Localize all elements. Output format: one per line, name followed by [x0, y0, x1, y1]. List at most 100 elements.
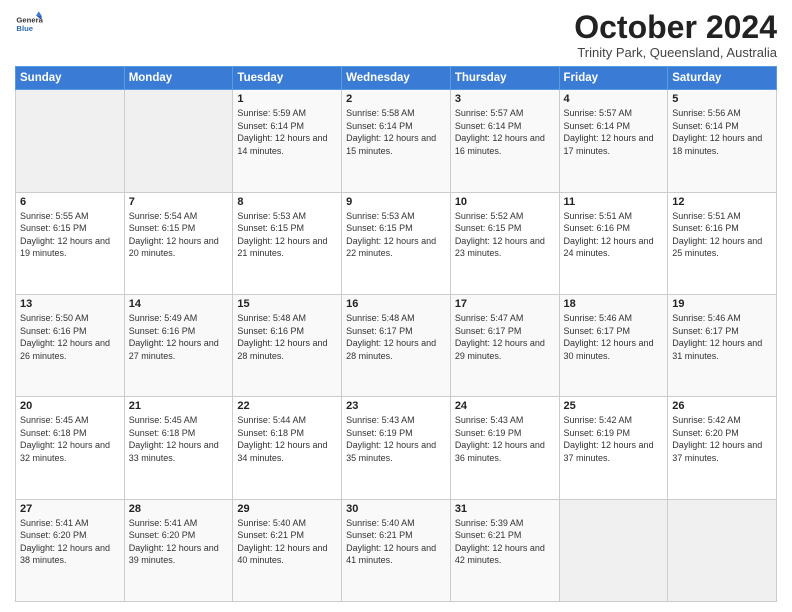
- calendar-cell: 28 Sunrise: 5:41 AMSunset: 6:20 PMDayligh…: [124, 499, 233, 601]
- day-number: 4: [564, 93, 664, 105]
- svg-text:Blue: Blue: [16, 24, 33, 33]
- day-info: Sunrise: 5:41 AMSunset: 6:20 PMDaylight:…: [129, 517, 229, 567]
- calendar-cell: [668, 499, 777, 601]
- day-number: 23: [346, 400, 446, 412]
- calendar-cell: 15 Sunrise: 5:48 AMSunset: 6:16 PMDayligh…: [233, 294, 342, 396]
- calendar-table: SundayMondayTuesdayWednesdayThursdayFrid…: [15, 66, 777, 602]
- day-header-sunday: Sunday: [16, 67, 125, 90]
- day-header-wednesday: Wednesday: [342, 67, 451, 90]
- day-number: 7: [129, 196, 229, 208]
- day-info: Sunrise: 5:53 AMSunset: 6:15 PMDaylight:…: [346, 210, 446, 260]
- day-header-friday: Friday: [559, 67, 668, 90]
- day-info: Sunrise: 5:50 AMSunset: 6:16 PMDaylight:…: [20, 312, 120, 362]
- day-info: Sunrise: 5:55 AMSunset: 6:15 PMDaylight:…: [20, 210, 120, 260]
- day-info: Sunrise: 5:48 AMSunset: 6:16 PMDaylight:…: [237, 312, 337, 362]
- calendar-cell: 4 Sunrise: 5:57 AMSunset: 6:14 PMDaylight…: [559, 90, 668, 192]
- day-info: Sunrise: 5:58 AMSunset: 6:14 PMDaylight:…: [346, 107, 446, 157]
- calendar-cell: [559, 499, 668, 601]
- calendar-cell: 30 Sunrise: 5:40 AMSunset: 6:21 PMDayligh…: [342, 499, 451, 601]
- day-info: Sunrise: 5:52 AMSunset: 6:15 PMDaylight:…: [455, 210, 555, 260]
- day-number: 14: [129, 298, 229, 310]
- day-number: 1: [237, 93, 337, 105]
- day-number: 28: [129, 503, 229, 515]
- calendar-cell: 10 Sunrise: 5:52 AMSunset: 6:15 PMDayligh…: [450, 192, 559, 294]
- calendar-body: 1 Sunrise: 5:59 AMSunset: 6:14 PMDaylight…: [16, 90, 777, 602]
- calendar-header: SundayMondayTuesdayWednesdayThursdayFrid…: [16, 67, 777, 90]
- day-number: 2: [346, 93, 446, 105]
- page-header: General Blue October 2024 Trinity Park, …: [15, 10, 777, 60]
- day-info: Sunrise: 5:46 AMSunset: 6:17 PMDaylight:…: [672, 312, 772, 362]
- month-title: October 2024: [574, 10, 777, 45]
- calendar-week-5: 27Sunrise: 5:41 AMSunset: 6:20 PMDayligh…: [16, 499, 777, 601]
- calendar-cell: 22Sunrise: 5:44 AMSunset: 6:18 PMDayligh…: [233, 397, 342, 499]
- calendar-cell: 21Sunrise: 5:45 AMSunset: 6:18 PMDayligh…: [124, 397, 233, 499]
- day-info: Sunrise: 5:49 AMSunset: 6:16 PMDaylight:…: [129, 312, 229, 362]
- day-info: Sunrise: 5:39 AMSunset: 6:21 PMDaylight:…: [455, 517, 555, 567]
- day-info: Sunrise: 5:51 AMSunset: 6:16 PMDaylight:…: [672, 210, 772, 260]
- day-number: 12: [672, 196, 772, 208]
- calendar-cell: 14 Sunrise: 5:49 AMSunset: 6:16 PMDayligh…: [124, 294, 233, 396]
- day-number: 29: [237, 503, 337, 515]
- calendar-cell: 2 Sunrise: 5:58 AMSunset: 6:14 PMDaylight…: [342, 90, 451, 192]
- day-header-thursday: Thursday: [450, 67, 559, 90]
- day-info: Sunrise: 5:44 AMSunset: 6:18 PMDaylight:…: [237, 414, 337, 464]
- day-number: 10: [455, 196, 555, 208]
- day-info: Sunrise: 5:45 AMSunset: 6:18 PMDaylight:…: [20, 414, 120, 464]
- day-number: 26: [672, 400, 772, 412]
- day-info: Sunrise: 5:51 AMSunset: 6:16 PMDaylight:…: [564, 210, 664, 260]
- day-number: 31: [455, 503, 555, 515]
- calendar-cell: 27Sunrise: 5:41 AMSunset: 6:20 PMDayligh…: [16, 499, 125, 601]
- calendar-cell: 3 Sunrise: 5:57 AMSunset: 6:14 PMDaylight…: [450, 90, 559, 192]
- location-subtitle: Trinity Park, Queensland, Australia: [574, 45, 777, 60]
- calendar-cell: 7 Sunrise: 5:54 AMSunset: 6:15 PMDaylight…: [124, 192, 233, 294]
- calendar-week-3: 13Sunrise: 5:50 AMSunset: 6:16 PMDayligh…: [16, 294, 777, 396]
- calendar-cell: 24Sunrise: 5:43 AMSunset: 6:19 PMDayligh…: [450, 397, 559, 499]
- day-number: 30: [346, 503, 446, 515]
- calendar-cell: [124, 90, 233, 192]
- day-header-saturday: Saturday: [668, 67, 777, 90]
- day-info: Sunrise: 5:57 AMSunset: 6:14 PMDaylight:…: [455, 107, 555, 157]
- day-number: 11: [564, 196, 664, 208]
- day-number: 21: [129, 400, 229, 412]
- day-info: Sunrise: 5:54 AMSunset: 6:15 PMDaylight:…: [129, 210, 229, 260]
- day-number: 18: [564, 298, 664, 310]
- day-number: 24: [455, 400, 555, 412]
- calendar-cell: 29 Sunrise: 5:40 AMSunset: 6:21 PMDayligh…: [233, 499, 342, 601]
- day-info: Sunrise: 5:47 AMSunset: 6:17 PMDaylight:…: [455, 312, 555, 362]
- day-number: 15: [237, 298, 337, 310]
- day-info: Sunrise: 5:56 AMSunset: 6:14 PMDaylight:…: [672, 107, 772, 157]
- calendar-cell: 26 Sunrise: 5:42 AMSunset: 6:20 PMDayligh…: [668, 397, 777, 499]
- day-number: 20: [20, 400, 120, 412]
- day-number: 9: [346, 196, 446, 208]
- day-info: Sunrise: 5:57 AMSunset: 6:14 PMDaylight:…: [564, 107, 664, 157]
- calendar-week-2: 6Sunrise: 5:55 AMSunset: 6:15 PMDaylight…: [16, 192, 777, 294]
- calendar-cell: 20 Sunrise: 5:45 AMSunset: 6:18 PMDayligh…: [16, 397, 125, 499]
- calendar-cell: 6Sunrise: 5:55 AMSunset: 6:15 PMDaylight…: [16, 192, 125, 294]
- calendar-cell: 11 Sunrise: 5:51 AMSunset: 6:16 PMDayligh…: [559, 192, 668, 294]
- calendar-cell: [16, 90, 125, 192]
- day-info: Sunrise: 5:42 AMSunset: 6:20 PMDaylight:…: [672, 414, 772, 464]
- day-number: 19: [672, 298, 772, 310]
- day-number: 5: [672, 93, 772, 105]
- day-info: Sunrise: 5:41 AMSunset: 6:20 PMDaylight:…: [20, 517, 120, 567]
- calendar-cell: 31 Sunrise: 5:39 AMSunset: 6:21 PMDayligh…: [450, 499, 559, 601]
- calendar-cell: 16Sunrise: 5:48 AMSunset: 6:17 PMDayligh…: [342, 294, 451, 396]
- title-block: October 2024 Trinity Park, Queensland, A…: [574, 10, 777, 60]
- day-header-monday: Monday: [124, 67, 233, 90]
- day-info: Sunrise: 5:53 AMSunset: 6:15 PMDaylight:…: [237, 210, 337, 260]
- calendar-cell: 12 Sunrise: 5:51 AMSunset: 6:16 PMDayligh…: [668, 192, 777, 294]
- calendar-cell: 25Sunrise: 5:42 AMSunset: 6:19 PMDayligh…: [559, 397, 668, 499]
- calendar-cell: 18Sunrise: 5:46 AMSunset: 6:17 PMDayligh…: [559, 294, 668, 396]
- day-info: Sunrise: 5:59 AMSunset: 6:14 PMDaylight:…: [237, 107, 337, 157]
- day-info: Sunrise: 5:40 AMSunset: 6:21 PMDaylight:…: [346, 517, 446, 567]
- calendar-cell: 19 Sunrise: 5:46 AMSunset: 6:17 PMDayligh…: [668, 294, 777, 396]
- day-info: Sunrise: 5:40 AMSunset: 6:21 PMDaylight:…: [237, 517, 337, 567]
- day-number: 25: [564, 400, 664, 412]
- calendar-cell: 5 Sunrise: 5:56 AMSunset: 6:14 PMDaylight…: [668, 90, 777, 192]
- day-number: 3: [455, 93, 555, 105]
- calendar-week-1: 1 Sunrise: 5:59 AMSunset: 6:14 PMDaylight…: [16, 90, 777, 192]
- calendar-cell: 9 Sunrise: 5:53 AMSunset: 6:15 PMDaylight…: [342, 192, 451, 294]
- day-header-tuesday: Tuesday: [233, 67, 342, 90]
- calendar-cell: 8Sunrise: 5:53 AMSunset: 6:15 PMDaylight…: [233, 192, 342, 294]
- calendar-cell: 17Sunrise: 5:47 AMSunset: 6:17 PMDayligh…: [450, 294, 559, 396]
